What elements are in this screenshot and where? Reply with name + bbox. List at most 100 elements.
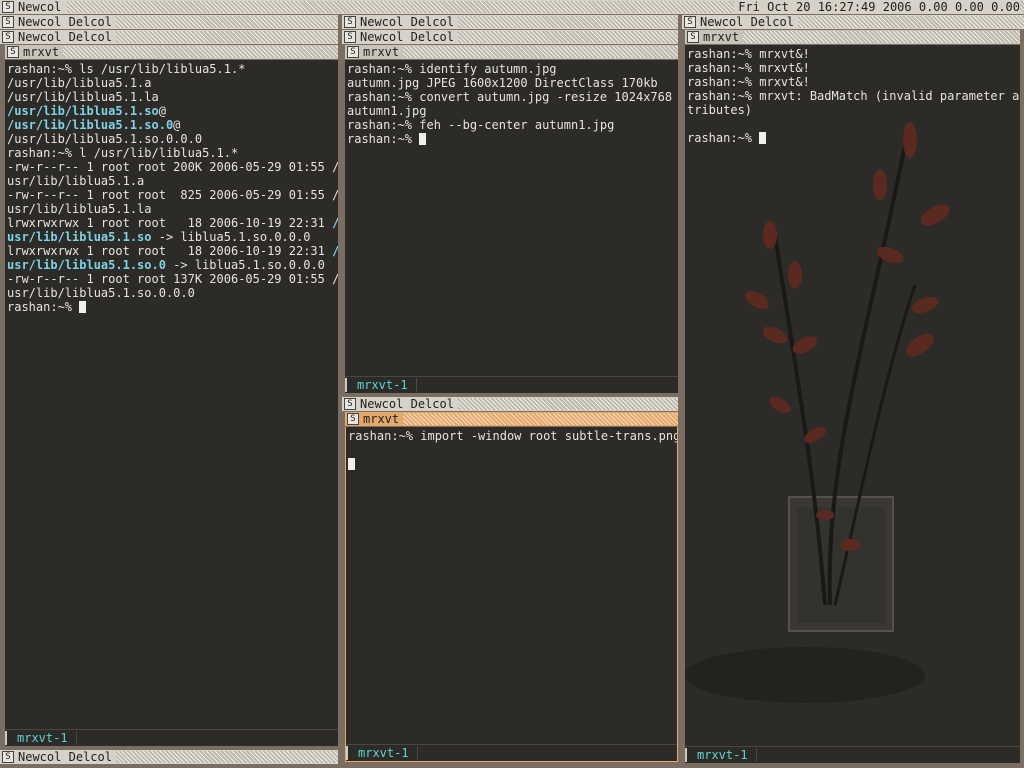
s-box-icon[interactable]: S [687,31,699,43]
column-header-right: S Newcol Delcol [682,15,1024,29]
line-text: -> liblua5.1.so.0.0.0 [165,258,325,272]
newcol-button[interactable]: Newcol [18,30,61,44]
line-text: /usr/lib/liblua5.1.a [7,76,152,90]
delcol-button[interactable]: Delcol [69,30,112,44]
line-text: autumn.jpg JPEG 1600x1200 DirectClass 17… [347,76,658,90]
tab-mrxvt-1[interactable]: mrxvt-1 [685,748,757,762]
s-box-icon[interactable]: S [347,46,359,58]
terminal-line: autumn.jpg JPEG 1600x1200 DirectClass 17… [347,76,676,90]
terminal-output: rashan:~% identify autumn.jpg autumn.jpg … [347,62,676,146]
hatch [403,413,678,425]
wallpaper-vase-image [685,122,950,703]
line-text: rashan:~% mrxvt&! [687,61,810,75]
cursor [79,301,87,313]
delcol-button[interactable]: Delcol [411,15,454,29]
s-box-icon[interactable]: S [347,413,359,425]
window-titlebar-right[interactable]: S mrxvt [685,30,1020,44]
newcol-button[interactable]: Newcol [18,750,61,764]
line-text: rashan:~% [687,131,760,145]
terminal-line [348,457,675,471]
line-text: rashan:~% mrxvt&! [687,75,810,89]
terminal-line: rashan:~% mrxvt&! [687,47,1018,61]
newcol-button[interactable]: Newcol [18,15,61,29]
top-newcol-label[interactable]: Newcol [18,0,61,14]
s-box-icon[interactable]: S [2,16,14,28]
line-text: rashan:~% import -window root subtle-tra… [348,429,678,443]
terminal-left[interactable]: rashan:~% ls /usr/lib/liblua5.1.*/usr/li… [5,60,338,746]
window-titlebar-left[interactable]: S mrxvt [5,45,338,59]
line-text: lrwxrwxrwx 1 root root 18 2006-10-19 22:… [7,216,333,230]
newcol-button[interactable]: Newcol [360,30,403,44]
terminal-middle-top[interactable]: rashan:~% identify autumn.jpg autumn.jpg … [345,60,678,393]
column-header-middle: S Newcol Delcol [342,15,678,29]
column-footer-left: S Newcol Delcol [0,750,338,764]
terminal-line: usr/lib/liblua5.1.so.0.0.0 [7,286,336,300]
window-title: mrxvt [363,45,400,59]
cursor [759,132,767,144]
terminal-line: usr/lib/liblua5.1.la [7,202,336,216]
line-text: usr/lib/liblua5.1.so.0.0.0 [7,286,195,300]
tab-mrxvt-1[interactable]: mrxvt-1 [345,378,417,392]
terminal-line: rashan:~% import -window root subtle-tra… [348,429,678,443]
terminal-line: tributes) [687,103,1018,117]
line-text: usr/lib/liblua5.1.so [7,230,152,244]
cursor [348,458,355,470]
hatch [457,398,678,410]
terminal-line: usr/lib/liblua5.1.a [7,174,336,188]
s-box-icon[interactable]: S [344,31,356,43]
terminal-line: rashan:~% mrxvt: BadMatch (invalid param… [687,89,1020,103]
line-text: -rw-r--r-- 1 root root 137K 2006-05-29 0… [7,272,338,286]
s-box-icon[interactable]: S [684,16,696,28]
clock-status: Fri Oct 20 16:27:49 2006 0.00 0.00 0.00 [734,0,1020,14]
terminal-line: -rw-r--r-- 1 root root 825 2006-05-29 01… [7,188,338,202]
terminal-middle-bottom[interactable]: rashan:~% import -window root subtle-tra… [345,427,678,762]
window-titlebar-middle-top[interactable]: S mrxvt [345,45,678,59]
hatch [115,16,338,28]
tab-mrxvt-1[interactable]: mrxvt-1 [346,746,418,760]
delcol-button[interactable]: Delcol [411,30,454,44]
terminal-output: rashan:~% mrxvt&! rashan:~% mrxvt&! rashan… [687,47,1020,145]
terminal-line: rashan:~% convert autumn.jpg -resize 102… [347,90,676,104]
newcol-button[interactable]: Newcol [700,15,743,29]
terminal-line: lrwxrwxrwx 1 root root 18 2006-10-19 22:… [7,244,338,258]
s-box-icon[interactable]: S [7,46,19,58]
s-box-icon[interactable]: S [2,31,14,43]
s-box-icon[interactable]: S [344,398,356,410]
line-text: -> liblua5.1.so.0.0.0 [151,230,311,244]
delcol-button[interactable]: Delcol [411,397,454,411]
terminal-line: rashan:~% ls /usr/lib/liblua5.1.* [7,62,336,76]
terminal-line: /usr/lib/liblua5.1.a [7,76,336,90]
terminal-right[interactable]: rashan:~% mrxvt&! rashan:~% mrxvt&! rashan… [685,45,1020,763]
line-text: /usr/lib/liblua5.1.so.0.0.0 [7,132,203,146]
terminal-line: autumn1.jpg [347,104,676,118]
line-text: autumn1.jpg [347,104,427,118]
terminal-line: /usr/lib/liblua5.1.so.0.0.0 [7,132,336,146]
line-text: / [332,244,338,258]
delcol-button[interactable]: Delcol [751,15,794,29]
line-text: tributes) [687,103,753,117]
newcol-button[interactable]: Newcol [360,397,403,411]
s-box-icon[interactable]: S [344,16,356,28]
vase-inner [797,507,885,623]
tab-mrxvt-1[interactable]: mrxvt-1 [5,731,77,745]
line-text: rashan:~% mrxvt: BadMatch (invalid param… [687,89,1020,103]
hatch [457,31,678,43]
terminal-line: rashan:~% [687,131,1018,145]
hatch [63,46,338,58]
newcol-button[interactable]: Newcol [360,15,403,29]
terminal-line: -rw-r--r-- 1 root root 200K 2006-05-29 0… [7,160,338,174]
delcol-button[interactable]: Delcol [69,750,112,764]
hatch [457,16,678,28]
line-text: rashan:~% [7,300,80,314]
s-box-icon[interactable]: S [2,751,14,763]
top-bar: S Newcol Fri Oct 20 16:27:49 2006 0.00 0… [0,0,1024,14]
window-titlebar-middle-bottom[interactable]: S mrxvt [345,412,678,426]
vase-shadow [685,647,925,703]
terminal-line: lrwxrwxrwx 1 root root 18 2006-10-19 22:… [7,216,338,230]
line-text: usr/lib/liblua5.1.so.0 [7,258,166,272]
s-box-icon[interactable]: S [2,1,14,13]
delcol-button[interactable]: Delcol [69,15,112,29]
line-text: rashan:~% feh --bg-center autumn1.jpg [347,118,615,132]
